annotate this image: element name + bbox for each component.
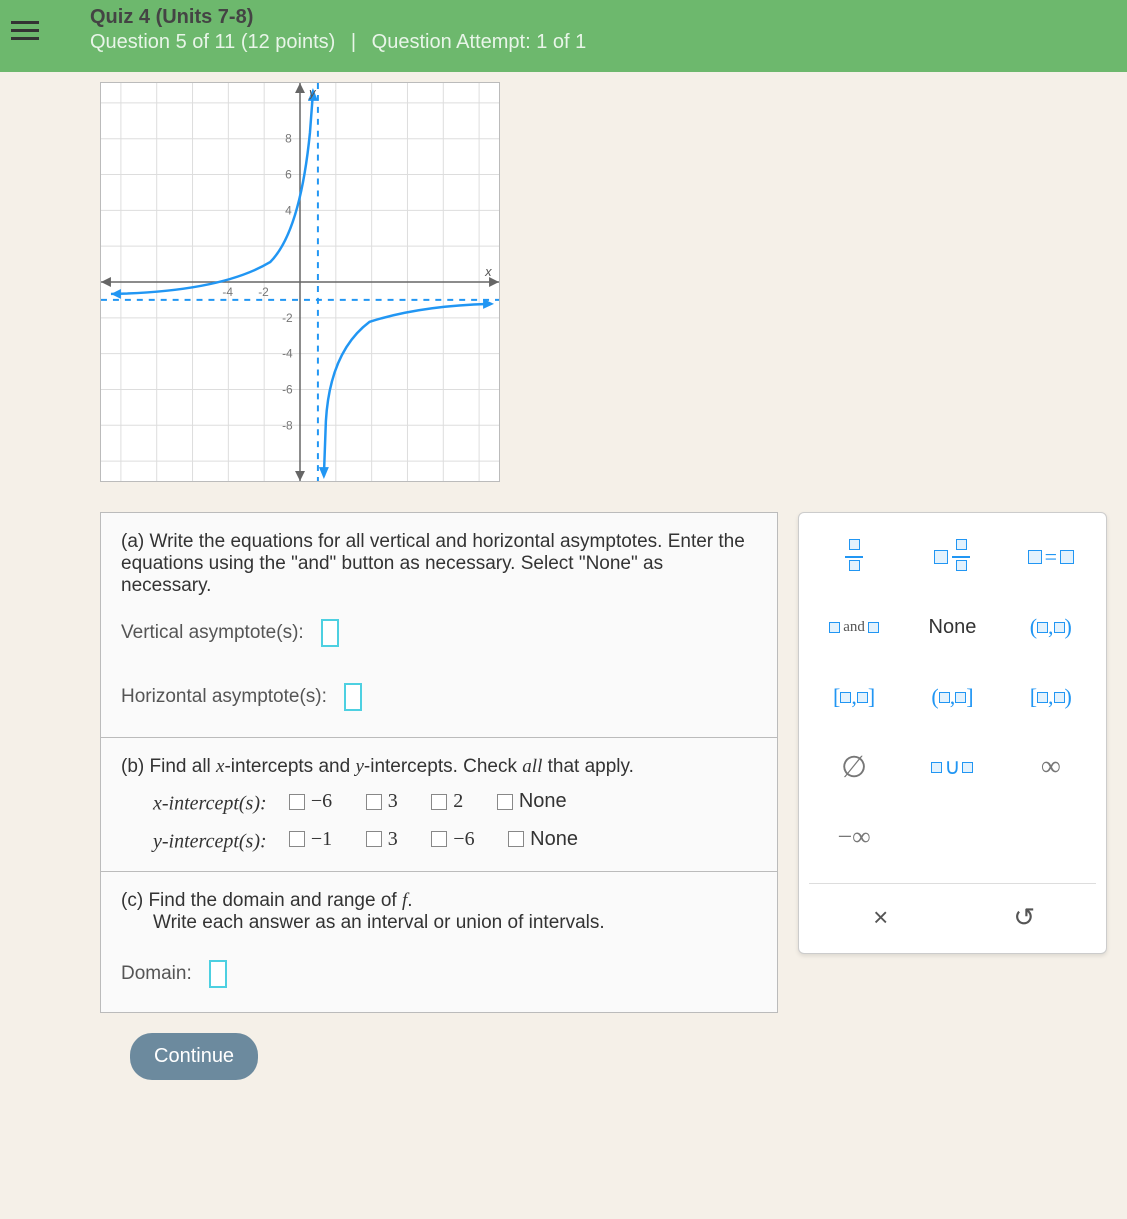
menu-icon[interactable]: [0, 0, 50, 60]
half-open-left-button[interactable]: (,]: [907, 673, 997, 721]
svg-text:8: 8: [285, 132, 292, 146]
open-interval-button[interactable]: (,): [1006, 603, 1096, 651]
quiz-title: Quiz 4 (Units 7-8): [90, 6, 586, 29]
x-opt-none[interactable]: None: [497, 790, 567, 813]
svg-text:4: 4: [285, 203, 292, 217]
x-intercept-label: x-intercept(s):: [153, 793, 267, 815]
horizontal-asymptote-label: Horizontal asymptote(s):: [121, 686, 327, 707]
y-opt-neg1[interactable]: −1: [289, 828, 332, 851]
checkbox-icon[interactable]: [431, 794, 447, 810]
y-intercept-label: y-intercept(s):: [153, 830, 267, 852]
union-button[interactable]: ∪: [907, 743, 997, 791]
attempt-info: Question Attempt: 1 of 1: [372, 31, 587, 53]
checkbox-icon[interactable]: [366, 831, 382, 847]
checkbox-icon[interactable]: [289, 794, 305, 810]
checkbox-icon[interactable]: [366, 794, 382, 810]
svg-text:-4: -4: [222, 285, 233, 299]
header-text: Quiz 4 (Units 7-8) Question 5 of 11 (12 …: [90, 6, 586, 54]
domain-input[interactable]: [209, 960, 227, 988]
horizontal-asymptote-input[interactable]: [344, 683, 362, 711]
x-intercept-row: x-intercept(s): −6 3 2 None: [153, 790, 757, 816]
checkbox-icon[interactable]: [431, 831, 447, 847]
fraction-button[interactable]: [809, 533, 899, 581]
part-c-text2: Write each answer as an interval or unio…: [153, 912, 605, 934]
function-graph: 8 6 4 -2 -4 -6 -8 -4 -2 y x: [100, 82, 500, 482]
part-c-text: Find the domain and range of f.: [148, 890, 412, 911]
mixed-fraction-button[interactable]: [907, 533, 997, 581]
header-bar: Quiz 4 (Units 7-8) Question 5 of 11 (12 …: [0, 0, 1127, 72]
checkbox-icon[interactable]: [508, 831, 524, 847]
part-b-text: Find all x-intercepts and y-intercepts. …: [150, 756, 634, 777]
x-opt-2[interactable]: 2: [431, 790, 463, 813]
part-a-text: Write the equations for all vertical and…: [121, 531, 745, 596]
x-opt-neg6[interactable]: −6: [289, 790, 332, 813]
y-opt-3[interactable]: 3: [366, 828, 398, 851]
infinity-button[interactable]: ∞: [1006, 743, 1096, 791]
y-opt-none[interactable]: None: [508, 828, 578, 851]
empty-set-button[interactable]: ∅: [809, 743, 899, 791]
none-button[interactable]: None: [907, 603, 997, 651]
checkbox-icon[interactable]: [497, 794, 513, 810]
svg-text:-4: -4: [282, 347, 293, 361]
vertical-asymptote-row: Vertical asymptote(s):: [121, 619, 757, 647]
close-button[interactable]: ×: [809, 902, 953, 933]
part-a-label: (a): [121, 531, 144, 552]
domain-label: Domain:: [121, 963, 192, 984]
neg-infinity-button[interactable]: −∞: [809, 813, 899, 861]
question-panel: (a) Write the equations for all vertical…: [100, 512, 778, 1013]
domain-row: Domain:: [121, 960, 757, 988]
part-b-label: (b): [121, 756, 144, 777]
checkbox-icon[interactable]: [289, 831, 305, 847]
vertical-asymptote-input[interactable]: [321, 619, 339, 647]
svg-text:x: x: [484, 264, 492, 279]
equals-button[interactable]: =: [1006, 533, 1096, 581]
vertical-asymptote-label: Vertical asymptote(s):: [121, 622, 304, 643]
continue-button[interactable]: Continue: [130, 1033, 258, 1080]
part-c: (c) Find the domain and range of f. Writ…: [101, 872, 777, 1012]
half-open-right-button[interactable]: [,): [1006, 673, 1096, 721]
closed-interval-button[interactable]: [,]: [809, 673, 899, 721]
reset-button[interactable]: ↺: [952, 902, 1096, 933]
svg-text:-2: -2: [282, 311, 293, 325]
question-position: Question 5 of 11 (12 points): [90, 31, 335, 53]
y-intercept-row: y-intercept(s): −1 3 −6 None: [153, 828, 757, 854]
svg-text:6: 6: [285, 168, 292, 182]
question-info: Question 5 of 11 (12 points) | Question …: [90, 31, 586, 54]
part-c-label: (c): [121, 890, 143, 911]
svg-text:-8: -8: [282, 418, 293, 432]
symbol-toolbar: = and None (,) [,] (,] [,) ∅ ∪ ∞ −∞ × ↺: [798, 512, 1107, 954]
part-b: (b) Find all x-intercepts and y-intercep…: [101, 738, 777, 872]
part-a: (a) Write the equations for all vertical…: [101, 513, 777, 738]
horizontal-asymptote-row: Horizontal asymptote(s):: [121, 683, 757, 711]
svg-text:-6: -6: [282, 382, 293, 396]
and-button[interactable]: and: [809, 603, 899, 651]
y-opt-neg6[interactable]: −6: [431, 828, 474, 851]
svg-text:-2: -2: [258, 285, 269, 299]
x-opt-3[interactable]: 3: [366, 790, 398, 813]
